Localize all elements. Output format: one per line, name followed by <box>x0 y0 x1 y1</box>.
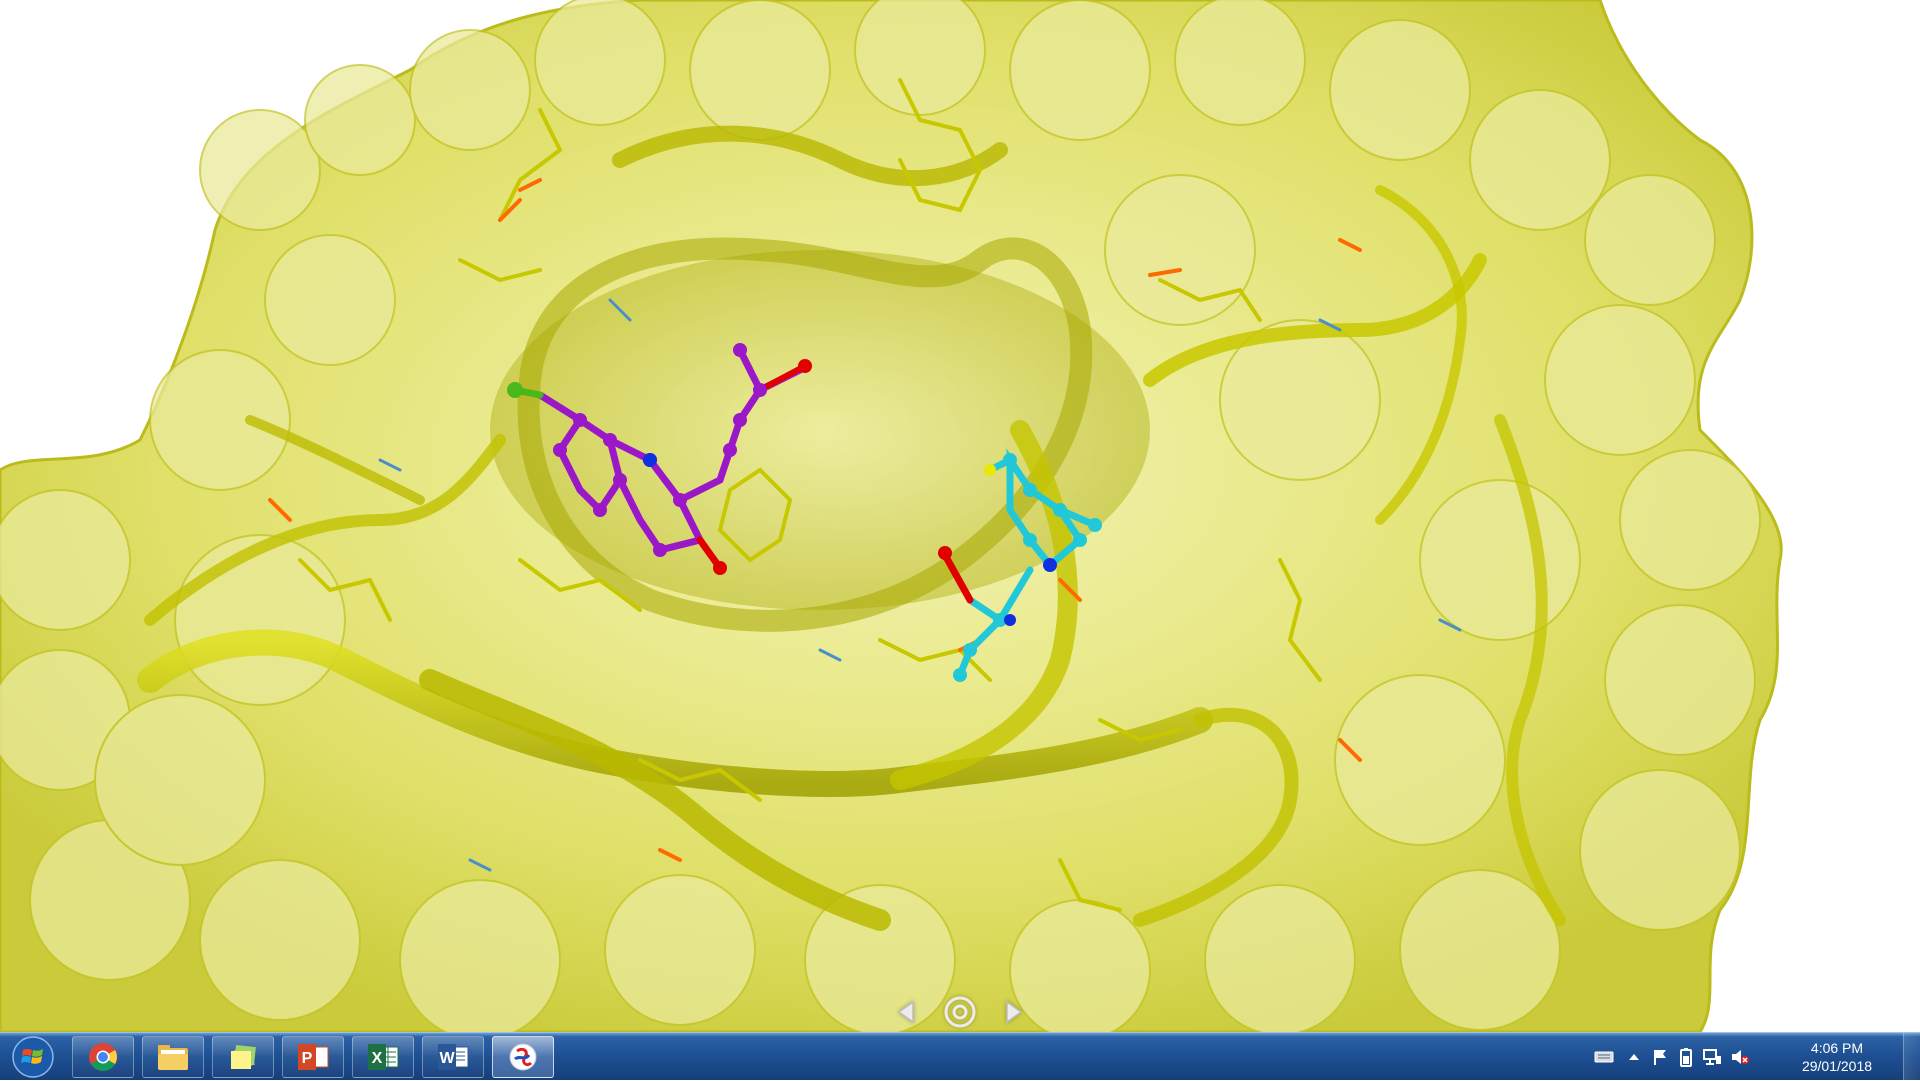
next-button[interactable] <box>996 995 1030 1029</box>
previous-button[interactable] <box>890 995 924 1029</box>
windows-logo-icon <box>12 1036 54 1078</box>
show-desktop-button[interactable] <box>1903 1033 1920 1081</box>
chevron-right-icon <box>1006 1000 1023 1024</box>
notes-icon <box>231 1045 256 1069</box>
windows-taskbar: P X W 4:06 PM 29/01/2018 <box>0 1032 1920 1081</box>
folder-icon <box>158 1045 188 1070</box>
rotate-center-button[interactable] <box>943 995 977 1029</box>
taskbar-word[interactable]: W <box>422 1036 484 1078</box>
word-icon: W <box>438 1044 469 1070</box>
start-button[interactable] <box>6 1035 60 1079</box>
taskbar-excel[interactable]: X <box>352 1036 414 1078</box>
battery-icon[interactable] <box>1676 1047 1696 1067</box>
powerpoint-icon: P <box>298 1044 329 1070</box>
taskbar-notes[interactable] <box>212 1036 274 1078</box>
taskbar-chrome[interactable] <box>72 1036 134 1078</box>
taskbar-powerpoint[interactable]: P <box>282 1036 344 1078</box>
protein-surface-render[interactable] <box>0 0 1920 1032</box>
chevron-left-icon <box>897 1000 914 1024</box>
clock-time: 4:06 PM <box>1810 1040 1864 1056</box>
network-icon[interactable] <box>1702 1047 1722 1067</box>
system-tray: 4:06 PM 29/01/2018 <box>1580 1033 1920 1081</box>
molecule-app-icon <box>509 1043 537 1071</box>
rotate-center-icon <box>944 996 976 1028</box>
taskbar-clock[interactable]: 4:06 PM 29/01/2018 <box>1782 1039 1892 1075</box>
keyboard-icon[interactable] <box>1594 1047 1614 1067</box>
excel-icon: X <box>368 1044 399 1070</box>
svg-text:X: X <box>372 1050 383 1067</box>
show-hidden-icons-chevron[interactable] <box>1624 1047 1644 1067</box>
svg-text:P: P <box>302 1050 313 1067</box>
taskbar-molecular-viewer[interactable] <box>492 1036 554 1078</box>
viewer-navigation <box>890 994 1030 1030</box>
svg-text:W: W <box>439 1050 455 1067</box>
volume-muted-icon[interactable] <box>1730 1047 1750 1067</box>
taskbar-file-explorer[interactable] <box>142 1036 204 1078</box>
action-center-flag-icon[interactable] <box>1650 1047 1670 1067</box>
chrome-icon <box>89 1043 117 1071</box>
clock-date: 29/01/2018 <box>1801 1058 1873 1074</box>
molecular-viewport[interactable] <box>0 0 1920 1032</box>
